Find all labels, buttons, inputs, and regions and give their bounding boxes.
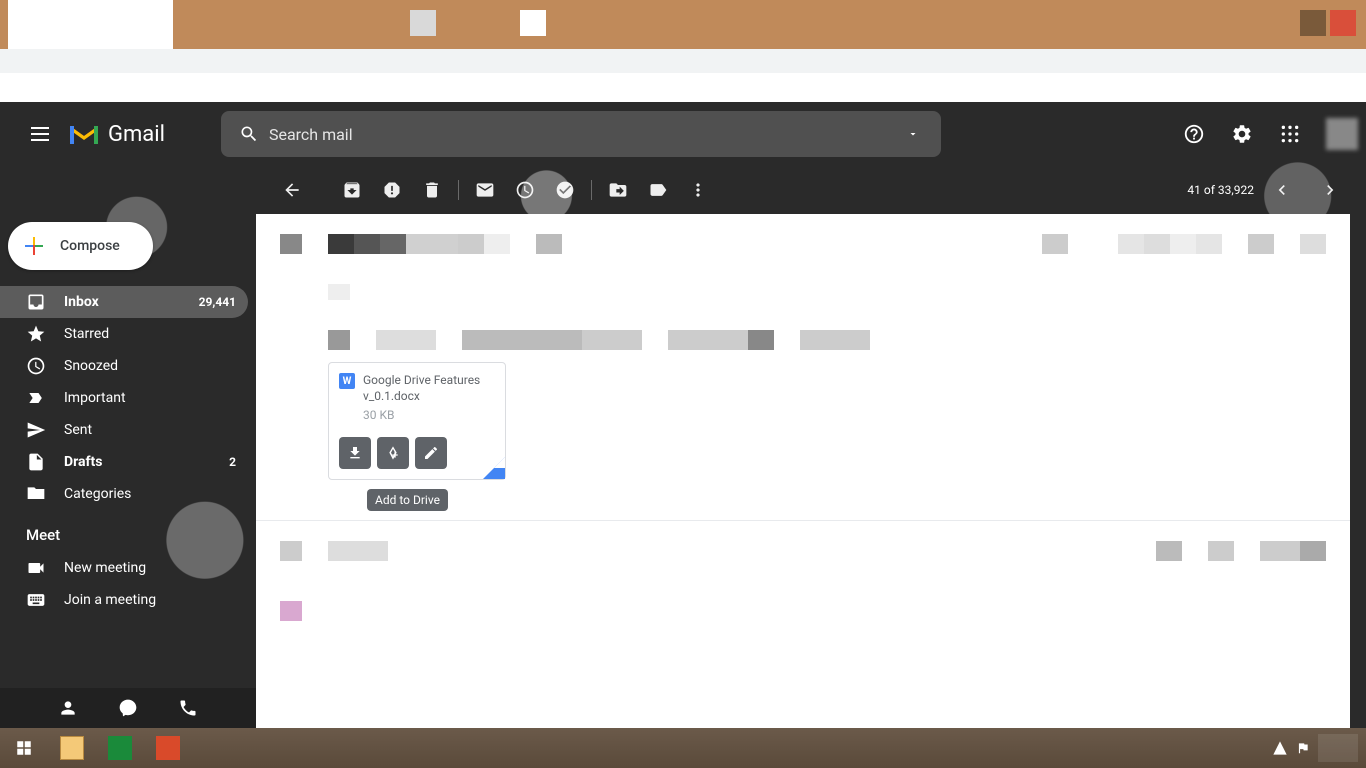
mark-unread-button[interactable] [465, 170, 505, 210]
network-icon[interactable] [1272, 740, 1288, 756]
star-icon [26, 324, 46, 344]
task-file-explorer[interactable] [48, 728, 96, 768]
google-apps-button[interactable] [1270, 114, 1310, 154]
search-icon[interactable] [229, 114, 269, 154]
support-button[interactable] [1174, 114, 1214, 154]
nav-label: Sent [64, 422, 92, 438]
nav-label: Snoozed [64, 358, 118, 374]
message-thread-1: W Google Drive Features v_0.1.docx 30 KB… [256, 214, 1350, 500]
gmail-header: Gmail [0, 102, 1366, 166]
sidebar-item-important[interactable]: Important [0, 382, 248, 414]
sidebar-item-sent[interactable]: Sent [0, 414, 248, 446]
move-to-button[interactable] [598, 170, 638, 210]
meet-section-header: Meet [0, 510, 256, 552]
hangouts-icon[interactable] [118, 698, 138, 718]
nav-label: New meeting [64, 560, 146, 576]
redacted-body-line [328, 330, 1326, 350]
inbox-count: 29,441 [199, 295, 236, 309]
nav-label: Drafts [64, 454, 102, 470]
attachment-filename: Google Drive Features v_0.1.docx [363, 373, 495, 404]
report-spam-button[interactable] [372, 170, 412, 210]
older-button[interactable] [1310, 170, 1350, 210]
hangouts-footer [0, 688, 256, 728]
browser-address-bar[interactable] [0, 49, 1366, 73]
browser-active-tab[interactable] [8, 0, 173, 49]
archive-button[interactable] [332, 170, 372, 210]
draft-icon [26, 452, 46, 472]
snooze-button[interactable] [505, 170, 545, 210]
add-to-drive-tooltip: Add to Drive [367, 489, 448, 511]
add-to-drive-button[interactable] [377, 437, 409, 469]
important-icon [26, 388, 46, 408]
menu-icon [31, 133, 49, 135]
task-app-2[interactable] [96, 728, 144, 768]
search-input[interactable] [269, 125, 893, 144]
compose-button[interactable]: Compose [8, 222, 153, 270]
download-attachment-button[interactable] [339, 437, 371, 469]
send-icon [26, 420, 46, 440]
edit-attachment-button[interactable] [415, 437, 447, 469]
system-tray[interactable] [1272, 734, 1366, 762]
sidebar-item-categories[interactable]: Categories [0, 478, 248, 510]
redacted-row [280, 541, 1326, 561]
keyboard-icon [26, 590, 46, 610]
tray-clock[interactable] [1318, 734, 1358, 762]
compose-plus-icon [22, 234, 46, 258]
sidebar-item-starred[interactable]: Starred [0, 318, 248, 350]
add-to-tasks-button[interactable] [545, 170, 585, 210]
pagination: 41 of 33,922 [1187, 170, 1350, 210]
more-button[interactable] [678, 170, 718, 210]
person-icon[interactable] [58, 698, 78, 718]
nav-label: Categories [64, 486, 131, 502]
redacted-subject [280, 234, 1326, 254]
gmail-logo[interactable]: Gmail [68, 122, 165, 147]
account-avatar[interactable] [1326, 118, 1358, 150]
sidebar-item-drafts[interactable]: Drafts 2 [0, 446, 248, 478]
compose-label: Compose [60, 238, 120, 254]
sidebar-item-new-meeting[interactable]: New meeting [0, 552, 248, 584]
search-options-button[interactable] [893, 114, 933, 154]
clock-icon [26, 356, 46, 376]
task-app-3[interactable] [144, 728, 192, 768]
message-thread-2 [256, 521, 1350, 641]
start-button[interactable] [0, 728, 48, 768]
message-toolbar: 41 of 33,922 [0, 166, 1366, 214]
back-button[interactable] [272, 170, 312, 210]
drafts-count: 2 [229, 455, 236, 469]
nav-label: Starred [64, 326, 109, 342]
nav-label: Join a meeting [64, 592, 156, 608]
gmail-wordmark: Gmail [108, 122, 165, 147]
sidebar-item-inbox[interactable]: Inbox 29,441 [0, 286, 248, 318]
categories-icon [26, 484, 46, 504]
gmail-m-icon [68, 122, 100, 146]
labels-button[interactable] [638, 170, 678, 210]
video-icon [26, 558, 46, 578]
settings-button[interactable] [1222, 114, 1262, 154]
nav-label: Inbox [64, 294, 99, 310]
sidebar-item-snoozed[interactable]: Snoozed [0, 350, 248, 382]
flag-icon[interactable] [1296, 741, 1310, 755]
windows-taskbar [0, 728, 1366, 768]
attachment-size: 30 KB [329, 404, 505, 422]
newer-button[interactable] [1262, 170, 1302, 210]
word-doc-icon: W [339, 373, 355, 389]
browser-chrome [0, 0, 1366, 102]
search-box[interactable] [221, 111, 941, 157]
inbox-icon [26, 292, 46, 312]
message-view: W Google Drive Features v_0.1.docx 30 KB… [256, 214, 1350, 728]
nav-label: Important [64, 390, 126, 406]
sidebar: Compose Inbox 29,441 Starred Snoozed [0, 214, 256, 728]
redacted-avatar [280, 601, 302, 621]
main-menu-button[interactable] [16, 110, 64, 158]
delete-button[interactable] [412, 170, 452, 210]
browser-tab-bar [0, 0, 1366, 49]
phone-icon[interactable] [178, 698, 198, 718]
attachment-fold-icon [483, 457, 505, 479]
attachment-chip[interactable]: W Google Drive Features v_0.1.docx 30 KB… [328, 362, 506, 480]
sidebar-item-join-meeting[interactable]: Join a meeting [0, 584, 248, 616]
